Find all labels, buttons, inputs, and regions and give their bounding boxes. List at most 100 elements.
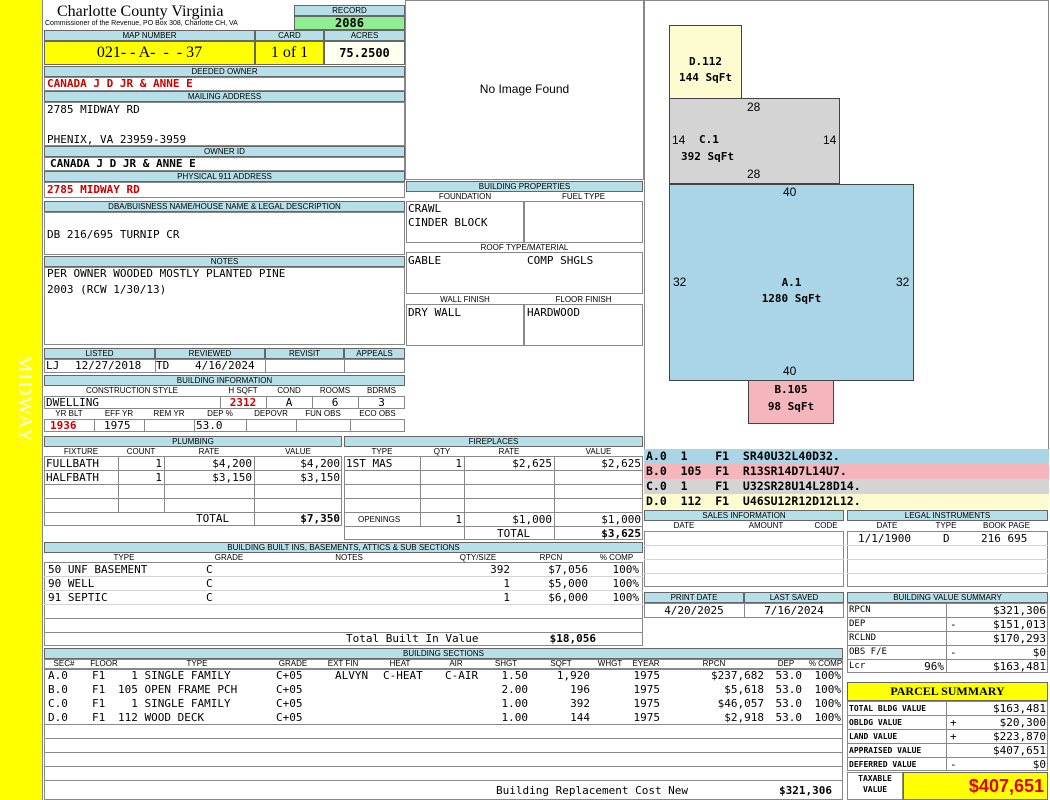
map-number: 021- - A- - - 37 [44, 41, 255, 65]
section-grade: C+05 [276, 683, 303, 696]
built-in-rpcn: $5,000 [548, 577, 588, 590]
section-rpcn: $5,618 [724, 683, 764, 696]
section-shgt: 1.00 [501, 697, 529, 710]
parcel-appraised: $407,651 [993, 744, 1046, 757]
owner-id-label: OWNER ID [44, 146, 405, 157]
section-heat: C-HEAT [383, 669, 423, 682]
sketch-a-bottom: 40 [783, 364, 797, 378]
record-label: RECORD [294, 5, 405, 16]
sections-col: RPCN [702, 659, 726, 668]
fireplace-rate: $2,625 [512, 457, 552, 470]
revisit-label: REVISIT [265, 348, 344, 359]
bvs-label: BUILDING VALUE SUMMARY [847, 592, 1048, 603]
parcel-bldg-label: TOTAL BLDG VALUE [849, 704, 927, 713]
plumbing-rate: $4,200 [212, 457, 252, 470]
section-sqft: 196 [570, 683, 590, 696]
legal-label: LEGAL INSTRUMENTS [847, 510, 1048, 521]
sketch-c-left: 14 [672, 133, 686, 147]
built-in-type: 90 WELL [48, 577, 95, 590]
section-type: 112 WOOD DECK [118, 711, 205, 724]
built-ins-label: BUILDING BUILT INS, BASEMENTS, ATTICS & … [44, 542, 643, 553]
record-value: 2086 [294, 16, 405, 30]
reviewed-label: REVIEWED [155, 348, 265, 359]
section-shgt: 1.00 [501, 711, 529, 724]
effyr-value: 1975 [104, 419, 131, 432]
section-dep: 53.0 [775, 697, 803, 710]
notes-line1: PER OWNER WOODED MOSTLY PLANTED PINE [47, 267, 286, 280]
replacement-value: $321,306 [779, 784, 832, 797]
acres-value: 75.2500 [324, 41, 405, 65]
physical-address: 2785 MIDWAY RD [47, 183, 140, 196]
sales-label: SALES INFORMATION [644, 510, 844, 521]
cond-value: A [285, 396, 293, 409]
fireplaces-total: $3,625 [601, 527, 641, 540]
ecoobs-label: ECO OBS [359, 409, 396, 418]
fireplace-qty: 1 [455, 457, 462, 470]
sketch-c-top: 28 [747, 100, 761, 114]
openings-rate: $1,000 [512, 513, 552, 526]
parcel-land-label: LAND VALUE [849, 732, 898, 741]
dba-text: DB 216/695 TURNIP CR [47, 228, 180, 241]
built-in-rpcn: $7,056 [548, 563, 588, 576]
section-comp: 100% [814, 697, 842, 710]
bvs-obs: $0 [1032, 646, 1046, 659]
print-date: 4/20/2025 [664, 604, 724, 617]
openings-value: $1,000 [601, 513, 641, 526]
sketch-b-area: 98 SqFt [767, 400, 815, 413]
section-sec: B.0 [48, 683, 68, 696]
sections-col: DEP [777, 659, 795, 668]
section-dep: 53.0 [775, 711, 803, 724]
mailing-line2: PHENIX, VA 23959-3959 [47, 133, 187, 146]
plumbing-value: $3,150 [300, 471, 340, 484]
section-comp: 100% [814, 711, 842, 724]
built-in-type: 91 SEPTIC [48, 591, 108, 604]
sketch-code-text: D.0 112 F1 U46SU12R12D12L12. [646, 494, 861, 508]
sketch-code-text: A.0 1 F1 SR40U32L40D32. [646, 449, 840, 463]
section-sqft: 1,920 [556, 669, 590, 682]
built-in-grade: C [206, 563, 213, 576]
plumbing-total-label: TOTAL [196, 512, 230, 525]
section-rpcn: $2,918 [724, 711, 764, 724]
notes-line2: 2003 (RCW 1/30/13) [47, 283, 167, 296]
sketch-a-area: 1280 SqFt [761, 292, 822, 305]
section-grade: C+05 [276, 711, 303, 724]
section-type: 1 SINGLE FAMILY [118, 669, 231, 682]
section-eyear: 1975 [633, 697, 661, 710]
sections-col: GRADE [278, 659, 308, 668]
effyr-label: EFF YR [104, 409, 134, 418]
print-date-label: PRINT DATE [644, 592, 744, 603]
listed-label: LISTED [44, 348, 155, 359]
built-in-type: 50 UNF BASEMENT [48, 563, 148, 576]
parcel-summary-title: PARCEL SUMMARY [847, 682, 1048, 701]
parcel-obldg-label: OBLDG VALUE [849, 718, 902, 727]
sales-col-amount: AMOUNT [748, 521, 784, 530]
sections-col: HEAT [389, 659, 411, 668]
last-saved: 7/16/2024 [764, 604, 824, 617]
sales-col-date: DATE [673, 521, 695, 530]
style-value: DWELLING [46, 396, 99, 409]
section-dep: 53.0 [775, 669, 803, 682]
built-in-grade: C [206, 591, 213, 604]
built-in-grade: C [206, 577, 213, 590]
bvs-lcr-pct: 96% [924, 660, 944, 673]
building-props-label: BUILDING PROPERTIES [406, 181, 643, 192]
foundation-value2: CINDER BLOCK [408, 216, 488, 229]
style-label: CONSTRUCTION STYLE [85, 386, 178, 395]
listed-by: LJ [46, 359, 60, 372]
section-floor: F1 [92, 711, 106, 724]
section-shgt: 1.50 [501, 669, 529, 682]
legal-type: D [943, 532, 950, 545]
plumbing-label: PLUMBING [44, 436, 342, 447]
section-type: 105 OPEN FRAME PCH [118, 683, 238, 696]
dep-value: 53.0 [196, 419, 223, 432]
building-info-label: BUILDING INFORMATION [44, 375, 405, 386]
wall-value: DRY WALL [408, 306, 461, 319]
dba-label: DBA/BUISNESS NAME/HOUSE NAME & LEGAL DES… [44, 201, 405, 212]
bvs-dep: $151,013 [993, 618, 1046, 631]
built-in-rpcn: $6,000 [548, 591, 588, 604]
commissioner-text: Commissioner of the Revenue, PO Box 308,… [45, 20, 238, 27]
mailing-label: MAILING ADDRESS [44, 91, 405, 102]
sketch-b-name: B.105 [774, 383, 808, 396]
taxable-value: $407,651 [903, 772, 1048, 800]
built-in-comp: 100% [612, 591, 640, 604]
